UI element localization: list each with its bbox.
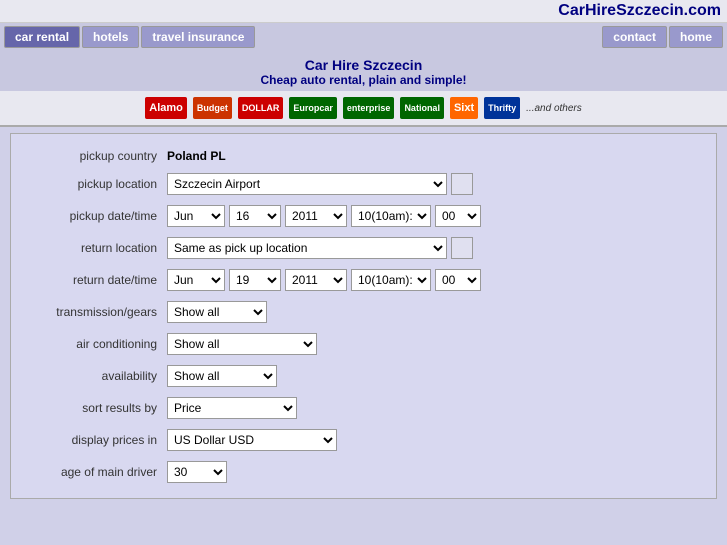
transmission-label: transmission/gears: [27, 305, 167, 319]
brand-budget: Budget: [193, 97, 232, 119]
pickup-country-label: pickup country: [27, 149, 167, 163]
pickup-country-row: pickup country Poland PL: [11, 144, 716, 168]
currency-row: display prices in US Dollar USD: [11, 424, 716, 456]
return-location-label: return location: [27, 241, 167, 255]
return-hour-select[interactable]: 10(10am):: [351, 269, 431, 291]
return-year-select[interactable]: 2011: [285, 269, 347, 291]
brands-bar: Alamo Budget DOLLAR Europcar enterprise …: [0, 91, 727, 127]
pickup-hour-select[interactable]: 10(10am):: [351, 205, 431, 227]
sort-select[interactable]: Price: [167, 397, 297, 419]
ac-label: air conditioning: [27, 337, 167, 351]
top-bar: CarHireSzczecin.com: [0, 0, 727, 23]
brand-thrifty: Thrifty: [484, 97, 520, 119]
tab-hotels[interactable]: hotels: [82, 26, 139, 48]
brand-enterprise: enterprise: [343, 97, 395, 119]
return-datetime-label: return date/time: [27, 273, 167, 287]
contact-button[interactable]: contact: [602, 26, 667, 48]
pickup-datetime-row: pickup date/time Jun 16 2011 10(10am): 0…: [11, 200, 716, 232]
availability-control: Show all: [167, 365, 700, 387]
home-button[interactable]: home: [669, 26, 723, 48]
tab-travel-insurance[interactable]: travel insurance: [141, 26, 255, 48]
transmission-control: Show all: [167, 301, 700, 323]
age-row: age of main driver 30: [11, 456, 716, 488]
ac-row: air conditioning Show all: [11, 328, 716, 360]
pickup-location-control: Szczecin Airport: [167, 173, 700, 195]
pickup-datetime-control: Jun 16 2011 10(10am): 00: [167, 205, 700, 227]
pickup-year-select[interactable]: 2011: [285, 205, 347, 227]
brand-sixt: Sixt: [450, 97, 478, 119]
return-map-button[interactable]: [451, 237, 473, 259]
tab-car-rental[interactable]: car rental: [4, 26, 80, 48]
return-datetime-control: Jun 19 2011 10(10am): 00: [167, 269, 700, 291]
pickup-location-label: pickup location: [27, 177, 167, 191]
brand-europcar: Europcar: [289, 97, 337, 119]
nav-bar: car rental hotels travel insurance conta…: [0, 23, 727, 51]
return-location-row: return location Same as pick up location: [11, 232, 716, 264]
return-datetime-row: return date/time Jun 19 2011 10(10am): 0…: [11, 264, 716, 296]
age-select[interactable]: 30: [167, 461, 227, 483]
age-control: 30: [167, 461, 700, 483]
pickup-map-button[interactable]: [451, 173, 473, 195]
nav-buttons: contact home: [602, 26, 723, 48]
pickup-datetime-label: pickup date/time: [27, 209, 167, 223]
sort-row: sort results by Price: [11, 392, 716, 424]
pickup-location-row: pickup location Szczecin Airport: [11, 168, 716, 200]
currency-label: display prices in: [27, 433, 167, 447]
pickup-country-value: Poland PL: [167, 149, 226, 163]
currency-select[interactable]: US Dollar USD: [167, 429, 337, 451]
return-day-select[interactable]: 19: [229, 269, 281, 291]
pickup-location-select[interactable]: Szczecin Airport: [167, 173, 447, 195]
page-header: Car Hire Szczecin Cheap auto rental, pla…: [0, 51, 727, 91]
availability-select[interactable]: Show all: [167, 365, 277, 387]
ac-select[interactable]: Show all: [167, 333, 317, 355]
brand-dollar: DOLLAR: [238, 97, 284, 119]
header-title: Car Hire Szczecin: [4, 57, 723, 73]
currency-control: US Dollar USD: [167, 429, 700, 451]
search-form: pickup country Poland PL pickup location…: [10, 133, 717, 499]
brand-others: ...and others: [526, 103, 582, 114]
age-label: age of main driver: [27, 465, 167, 479]
return-min-select[interactable]: 00: [435, 269, 481, 291]
ac-control: Show all: [167, 333, 700, 355]
pickup-month-select[interactable]: Jun: [167, 205, 225, 227]
header-subtitle: Cheap auto rental, plain and simple!: [4, 73, 723, 87]
transmission-row: transmission/gears Show all: [11, 296, 716, 328]
nav-tabs: car rental hotels travel insurance: [4, 26, 255, 48]
brand-national: National: [400, 97, 444, 119]
return-month-select[interactable]: Jun: [167, 269, 225, 291]
return-location-control: Same as pick up location: [167, 237, 700, 259]
availability-row: availability Show all: [11, 360, 716, 392]
pickup-day-select[interactable]: 16: [229, 205, 281, 227]
pickup-country-control: Poland PL: [167, 149, 700, 163]
availability-label: availability: [27, 369, 167, 383]
return-location-select[interactable]: Same as pick up location: [167, 237, 447, 259]
sort-label: sort results by: [27, 401, 167, 415]
site-title: CarHireSzczecin.com: [558, 2, 721, 20]
transmission-select[interactable]: Show all: [167, 301, 267, 323]
pickup-min-select[interactable]: 00: [435, 205, 481, 227]
brand-alamo: Alamo: [145, 97, 187, 119]
sort-control: Price: [167, 397, 700, 419]
